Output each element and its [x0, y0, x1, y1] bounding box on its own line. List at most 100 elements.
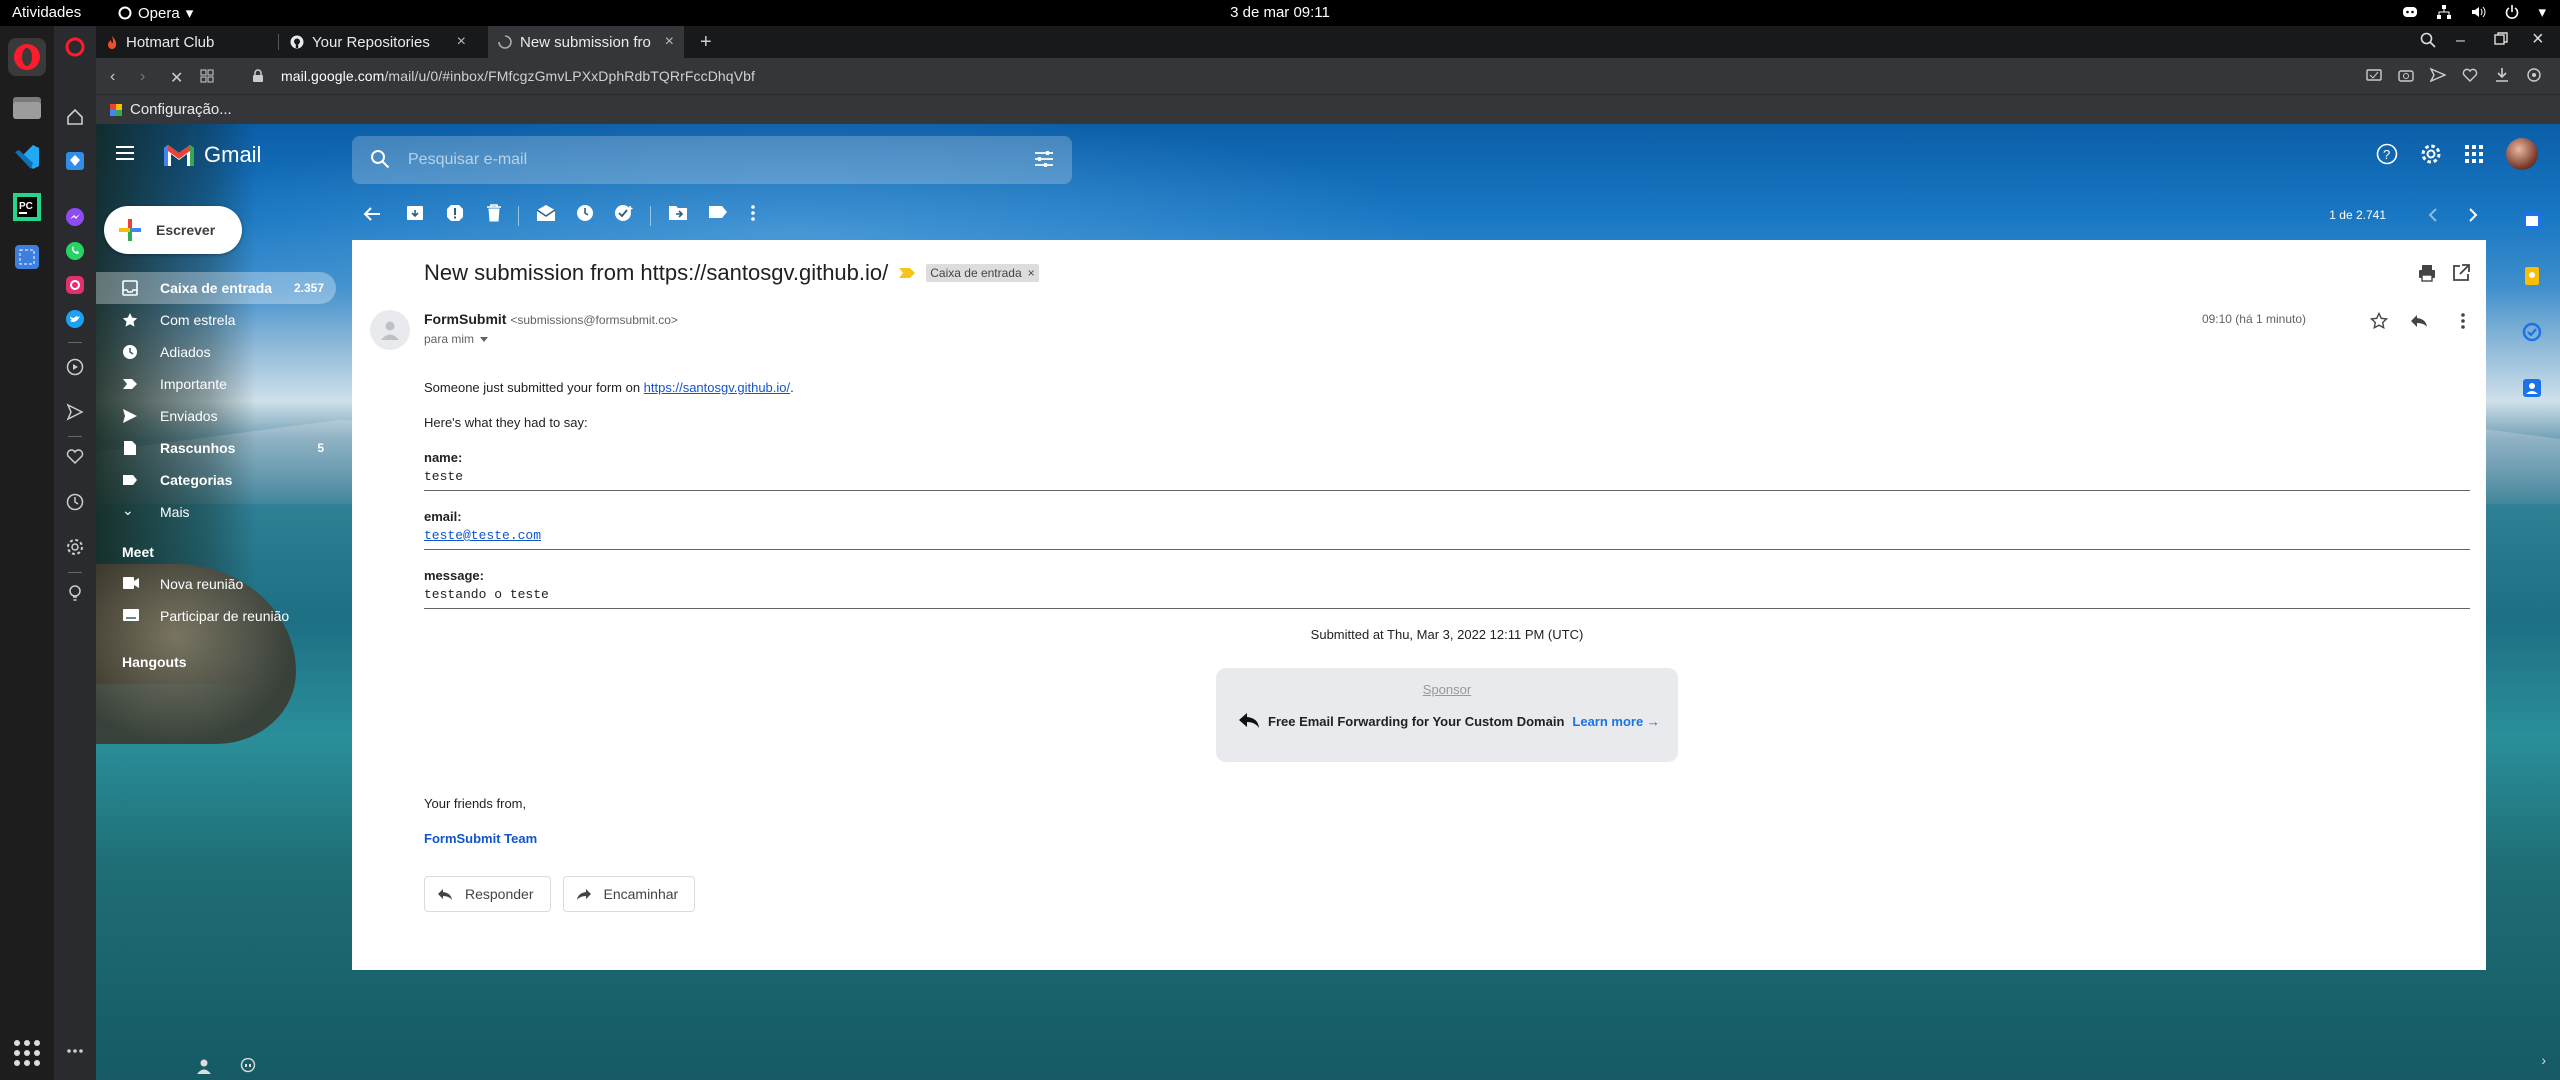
dock-vscode[interactable] — [8, 138, 46, 176]
older-icon[interactable] — [2466, 206, 2480, 224]
expand-panel-icon[interactable]: › — [2541, 1052, 2546, 1068]
volume-icon[interactable] — [2470, 4, 2486, 20]
clock[interactable]: 3 de mar 09:11 — [0, 4, 2560, 21]
meet-join[interactable]: Participar de reunião — [96, 600, 336, 632]
search-tabs-icon[interactable] — [2420, 32, 2436, 48]
important-marker-icon[interactable] — [898, 267, 916, 279]
account-avatar[interactable] — [2506, 138, 2538, 170]
dock-files[interactable] — [8, 88, 46, 126]
help-icon[interactable]: ? — [2376, 143, 2398, 165]
settings-icon[interactable] — [64, 536, 86, 558]
labels-icon[interactable] — [708, 204, 728, 220]
nav-important[interactable]: Importante — [96, 368, 336, 400]
sponsor-heading[interactable]: Sponsor — [1216, 682, 1678, 697]
recipients-toggle[interactable]: para mim — [424, 332, 489, 346]
meet-new-meeting[interactable]: Nova reunião — [96, 568, 336, 600]
open-new-window-icon[interactable] — [2452, 264, 2470, 282]
whatsapp-icon[interactable] — [64, 240, 86, 262]
send-icon[interactable] — [2430, 67, 2446, 83]
heart-icon[interactable] — [2462, 67, 2478, 83]
dock-pycharm[interactable]: PC — [8, 188, 46, 226]
activities-button[interactable]: Atividades — [12, 4, 81, 21]
newer-icon[interactable] — [2426, 206, 2440, 224]
forward-button[interactable]: Encaminhar — [562, 876, 696, 912]
player-icon[interactable] — [64, 356, 86, 378]
stop-icon[interactable]: ✕ — [170, 68, 183, 88]
download-icon[interactable] — [2494, 67, 2510, 83]
lightbulb-icon[interactable] — [64, 582, 86, 604]
email-link[interactable]: teste@teste.com — [424, 528, 541, 543]
team-link[interactable]: FormSubmit Team — [424, 831, 2470, 846]
move-to-icon[interactable] — [668, 204, 688, 222]
tab-hotmart[interactable]: Hotmart Club — [96, 26, 276, 58]
history-icon[interactable] — [64, 491, 86, 513]
send-icon[interactable] — [64, 401, 86, 423]
messenger-icon[interactable] — [64, 206, 86, 228]
caret-down-icon[interactable]: ▾ — [2538, 3, 2546, 21]
close-tab-icon[interactable]: × — [665, 33, 674, 51]
tasks-icon[interactable] — [2522, 322, 2542, 342]
star-outline-icon[interactable] — [2370, 312, 2388, 330]
search-options-icon[interactable] — [1034, 150, 1054, 168]
back-icon[interactable]: ‹ — [110, 68, 115, 86]
reply-icon[interactable] — [2410, 314, 2428, 328]
search-bar[interactable]: Pesquisar e-mail — [352, 136, 1072, 184]
report-spam-icon[interactable] — [446, 204, 464, 222]
print-icon[interactable] — [2418, 264, 2436, 282]
close-tab-icon[interactable]: × — [457, 33, 466, 51]
forward-icon[interactable]: › — [140, 68, 145, 86]
back-arrow-icon[interactable] — [362, 204, 382, 224]
inbox-label-chip[interactable]: Caixa de entrada × — [926, 264, 1039, 282]
camera-icon[interactable] — [2398, 67, 2414, 83]
maximize-icon[interactable] — [2494, 32, 2508, 46]
learn-more-link[interactable]: Learn more → — [1572, 714, 1659, 729]
sender-avatar[interactable] — [370, 310, 410, 350]
minimize-icon[interactable]: – — [2456, 32, 2465, 50]
url-field[interactable]: mail.google.com/mail/u/0/#inbox/FMfcgzGm… — [281, 68, 755, 84]
opera-menu-icon[interactable] — [64, 36, 86, 58]
tab-submission[interactable]: New submission fro × — [488, 26, 684, 58]
extension-icon[interactable] — [64, 150, 86, 172]
nav-drafts[interactable]: Rascunhos 5 — [96, 432, 336, 464]
reply-button[interactable]: Responder — [424, 876, 551, 912]
more-vert-icon[interactable] — [750, 204, 756, 222]
sender-name[interactable]: FormSubmit — [424, 311, 506, 327]
lock-icon[interactable] — [252, 69, 264, 83]
snapshot-icon[interactable] — [2526, 67, 2542, 83]
contacts-person-icon[interactable] — [196, 1058, 212, 1074]
vpn-icon[interactable] — [2366, 67, 2382, 83]
nav-snoozed[interactable]: Adiados — [96, 336, 336, 368]
keep-icon[interactable] — [2522, 266, 2542, 286]
show-apps-icon[interactable] — [14, 1040, 40, 1066]
power-icon[interactable] — [2504, 4, 2520, 20]
delete-icon[interactable] — [486, 204, 502, 222]
hangouts-quote-icon[interactable] — [240, 1058, 256, 1074]
nav-inbox[interactable]: Caixa de entrada 2.357 — [96, 272, 336, 304]
add-task-icon[interactable] — [614, 204, 634, 222]
speed-dial-icon[interactable] — [64, 106, 86, 128]
nav-more[interactable]: ⌄ Mais — [96, 496, 336, 528]
instagram-icon[interactable] — [64, 274, 86, 296]
nav-sent[interactable]: Enviados — [96, 400, 336, 432]
search-icon[interactable] — [370, 149, 390, 169]
site-link[interactable]: https://santosgv.github.io/ — [644, 380, 790, 395]
gmail-logo[interactable]: Gmail — [162, 142, 261, 168]
compose-button[interactable]: Escrever — [104, 206, 242, 254]
nav-starred[interactable]: Com estrela — [96, 304, 336, 336]
dock-screenshot[interactable] — [8, 238, 46, 276]
nav-categories[interactable]: Categorias — [96, 464, 336, 496]
discord-icon[interactable] — [2402, 5, 2418, 19]
main-menu-icon[interactable] — [116, 146, 134, 160]
network-icon[interactable] — [2436, 4, 2452, 20]
twitter-icon[interactable] — [64, 308, 86, 330]
archive-icon[interactable] — [406, 204, 424, 222]
settings-icon[interactable] — [2420, 143, 2442, 165]
calendar-icon[interactable] — [2522, 210, 2542, 230]
tabs-grid-icon[interactable] — [200, 69, 214, 83]
bookmark-configuracao[interactable]: Configuração... — [110, 101, 232, 118]
dock-opera[interactable] — [8, 38, 46, 76]
new-tab-button[interactable]: + — [690, 26, 720, 58]
mark-unread-icon[interactable] — [536, 204, 556, 222]
remove-label-icon[interactable]: × — [1028, 266, 1035, 280]
search-input[interactable]: Pesquisar e-mail — [408, 151, 527, 169]
